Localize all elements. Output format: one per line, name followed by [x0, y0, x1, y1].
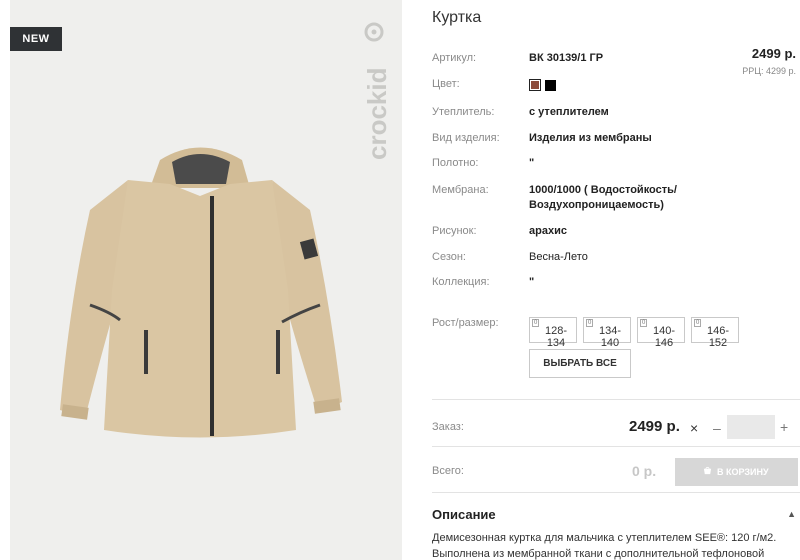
size-option-128-134[interactable]: 0 128-134 — [529, 317, 577, 349]
fabric-value: " — [529, 157, 535, 169]
pattern-label: Рисунок: — [432, 225, 477, 237]
product-title: Куртка — [432, 9, 482, 26]
size-label-text: 128-134 — [544, 325, 568, 349]
add-to-cart-button[interactable]: В КОРЗИНУ — [675, 458, 798, 486]
select-all-sizes-button[interactable]: ВЫБРАТЬ ВСЕ — [529, 349, 631, 378]
membrane-value-line1: 1000/1000 ( Водостойкость/ — [529, 184, 677, 196]
size-option-146-152[interactable]: 0 146-152 — [691, 317, 739, 349]
color-swatch-black[interactable] — [545, 80, 556, 91]
membrane-value-line2: Воздухопроницаемость) — [529, 199, 664, 211]
brand-logo-icon: crockid — [362, 22, 392, 161]
collection-label: Коллекция: — [432, 276, 490, 288]
multiply-icon: × — [690, 420, 699, 436]
jacket-image — [60, 147, 342, 438]
season-label: Сезон: — [432, 251, 466, 263]
quantity-decrease-button[interactable]: – — [713, 420, 721, 436]
new-badge: NEW — [10, 27, 62, 51]
size-label: Рост/размер: — [432, 317, 499, 329]
size-option-134-140[interactable]: 0 134-140 — [583, 317, 631, 349]
season-value: Весна-Лето — [529, 251, 588, 263]
cart-icon — [703, 466, 712, 477]
insulation-label: Утеплитель: — [432, 106, 495, 118]
product-price: 2499 р. — [751, 46, 796, 61]
divider — [432, 446, 800, 447]
add-to-cart-label: В КОРЗИНУ — [717, 467, 769, 477]
recommended-price: РРЦ: 4299 р. — [742, 66, 796, 76]
pattern-value: арахис — [529, 225, 567, 237]
size-label-text: 134-140 — [598, 325, 622, 349]
product-info: Куртка Артикул: ВК 30139/1 ГР 2499 р. РР… — [432, 0, 800, 560]
article-value: ВК 30139/1 ГР — [529, 52, 604, 64]
color-swatch-brown[interactable] — [529, 79, 541, 91]
article-label: Артикул: — [432, 52, 477, 64]
order-label: Заказ: — [432, 421, 464, 433]
description-title[interactable]: Описание — [432, 507, 496, 522]
description-text: Демисезонная куртка для мальчика с утепл… — [432, 532, 777, 560]
quantity-input[interactable] — [727, 415, 775, 439]
total-label: Всего: — [432, 465, 464, 477]
divider — [432, 492, 800, 493]
collapse-arrow-icon[interactable]: ▲ — [787, 509, 796, 519]
total-value: 0 р. — [632, 463, 657, 479]
fabric-label: Полотно: — [432, 157, 479, 169]
size-label-text: 140-146 — [652, 325, 676, 349]
size-label-text: 146-152 — [706, 325, 730, 349]
color-label: Цвет: — [432, 78, 460, 90]
collection-value: " — [529, 276, 535, 288]
brand-logo-text: crockid — [362, 68, 392, 161]
divider — [432, 399, 800, 400]
order-price: 2499 р. — [629, 418, 680, 435]
insulation-value: с утеплителем — [529, 106, 609, 118]
membrane-label: Мембрана: — [432, 184, 489, 196]
type-label: Вид изделия: — [432, 132, 500, 144]
size-option-140-146[interactable]: 0 140-146 — [637, 317, 685, 349]
product-photo[interactable]: NEW crockid — [10, 0, 402, 560]
quantity-increase-button[interactable]: + — [780, 419, 788, 435]
type-value: Изделия из мембраны — [529, 132, 652, 144]
